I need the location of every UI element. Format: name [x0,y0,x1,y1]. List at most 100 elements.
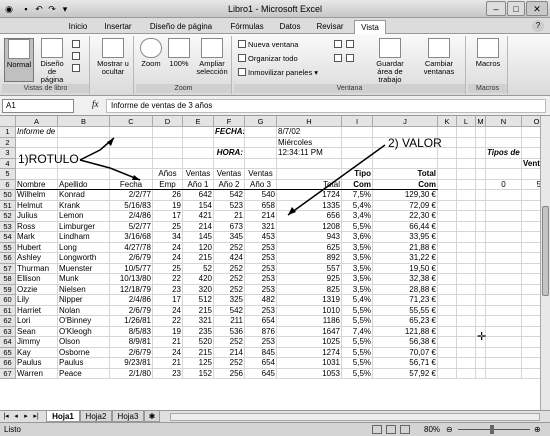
table-cell[interactable]: Warren [16,368,58,379]
table-cell[interactable] [457,326,476,337]
table-cell[interactable]: Ross [16,221,58,232]
table-cell[interactable]: 120 [183,242,214,253]
scroll-thumb[interactable] [542,206,549,296]
table-cell[interactable]: 2/6/79 [110,347,153,358]
table-cell[interactable] [486,326,522,337]
table-cell[interactable]: 658 [245,200,277,211]
table-cell[interactable]: Olson [58,337,110,348]
table-cell[interactable]: Wilhelm [16,190,58,201]
cell-b4[interactable] [58,158,110,169]
table-cell[interactable] [476,274,486,285]
table-cell[interactable]: 21 [214,211,245,222]
table-cell[interactable] [438,221,457,232]
undo-icon[interactable]: ↶ [33,3,45,15]
table-cell[interactable]: Krank [58,200,110,211]
table-cell[interactable]: 3,6% [342,232,373,243]
cell-o1[interactable] [522,127,540,138]
row-header[interactable]: 59 [0,284,16,295]
table-cell[interactable]: 520 [183,337,214,348]
zoom-in-icon[interactable]: ⊕ [534,423,541,436]
table-cell[interactable] [486,253,522,264]
table-cell[interactable]: 5/16/83 [110,200,153,211]
table-cell[interactable]: 31,22 € [373,253,438,264]
insert-function-icon[interactable]: fx [92,99,99,109]
table-cell[interactable]: 252 [214,358,245,369]
table-cell[interactable] [457,274,476,285]
table-cell[interactable]: 5,5% [342,368,373,379]
row-header[interactable]: 56 [0,253,16,264]
table-cell[interactable] [486,200,522,211]
cell-k6[interactable] [438,179,457,190]
table-cell[interactable] [476,358,486,369]
table-cell[interactable]: 325 [214,295,245,306]
table-cell[interactable] [522,211,540,222]
table-cell[interactable]: 3/16/68 [110,232,153,243]
row-header-1[interactable]: 1 [0,127,16,138]
table-cell[interactable]: 5,5% [342,337,373,348]
row-header[interactable]: 62 [0,316,16,327]
cell-h2[interactable]: Miércoles [277,137,342,148]
table-cell[interactable]: 71,23 € [373,295,438,306]
table-cell[interactable]: Kay [16,347,58,358]
table-cell[interactable]: 876 [245,326,277,337]
cell-o4[interactable]: Ventas to [522,159,540,169]
cell-l5[interactable] [457,169,476,180]
table-cell[interactable]: 1724 [277,190,342,201]
table-cell[interactable]: 482 [245,295,277,306]
column-header-g[interactable]: G [245,116,277,127]
table-cell[interactable]: 1335 [277,200,342,211]
table-cell[interactable] [438,358,457,369]
switch-windows-button[interactable]: Cambiar ventanas [416,38,462,76]
quick-access-dropdown-icon[interactable]: ▾ [59,3,71,15]
table-cell[interactable]: 214 [214,347,245,358]
table-cell[interactable] [457,305,476,316]
row-header[interactable]: 67 [0,368,16,379]
table-cell[interactable]: Thurman [16,263,58,274]
cell-n2[interactable] [486,137,522,148]
cell-f2[interactable] [214,137,245,148]
cell-m4[interactable] [476,158,486,169]
table-cell[interactable]: 23 [153,284,183,295]
table-cell[interactable] [476,337,486,348]
cell-c4[interactable] [110,158,153,169]
table-cell[interactable]: Nielsen [58,284,110,295]
table-cell[interactable]: 145 [183,232,214,243]
table-cell[interactable]: 1274 [277,347,342,358]
table-cell[interactable]: 5,5% [342,305,373,316]
column-header-o[interactable]: O [522,116,540,127]
table-cell[interactable]: 21,88 € [373,242,438,253]
table-cell[interactable]: 22 [153,316,183,327]
cell-b2[interactable] [58,137,110,148]
table-cell[interactable]: Ozzie [16,284,58,295]
table-cell[interactable] [457,242,476,253]
table-cell[interactable] [486,358,522,369]
table-cell[interactable]: 24 [153,305,183,316]
cell-d4[interactable] [153,158,183,169]
table-cell[interactable] [476,232,486,243]
row-header[interactable]: 58 [0,274,16,285]
cell-j4[interactable] [373,158,438,169]
table-cell[interactable]: 1053 [277,368,342,379]
table-cell[interactable]: Ashley [16,253,58,264]
tab-datos[interactable]: Datos [274,20,306,34]
table-cell[interactable]: 1031 [277,358,342,369]
cell-b3[interactable] [58,148,110,159]
table-cell[interactable] [438,253,457,264]
table-cell[interactable] [476,368,486,379]
cell-d1[interactable] [153,127,183,138]
table-cell[interactable]: 52 [183,263,214,274]
table-cell[interactable] [476,253,486,264]
sync-scroll-icon[interactable] [346,54,356,64]
cell-k5[interactable] [438,169,457,180]
table-cell[interactable] [457,263,476,274]
table-cell[interactable]: Paulus [16,358,58,369]
table-cell[interactable]: 943 [277,232,342,243]
table-cell[interactable] [476,221,486,232]
table-cell[interactable] [476,305,486,316]
column-header-n[interactable]: N [486,116,522,127]
show-hide-button[interactable]: Mostrar u ocultar [94,38,132,76]
table-cell[interactable] [522,232,540,243]
table-cell[interactable]: Konrad [58,190,110,201]
table-cell[interactable] [522,316,540,327]
horizontal-scrollbar[interactable] [170,413,540,421]
